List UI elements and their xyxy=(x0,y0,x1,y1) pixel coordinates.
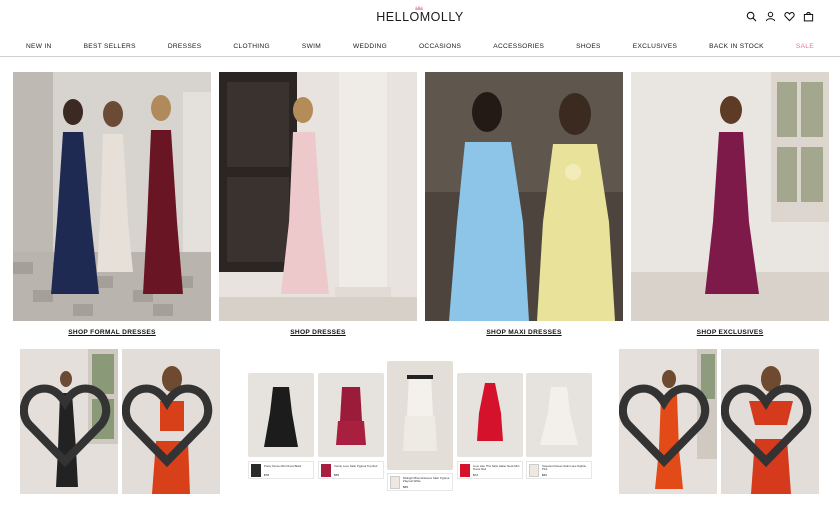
product-name[interactable]: Candy Love Satin Pyjama Top Red xyxy=(334,464,382,468)
bag-icon[interactable] xyxy=(803,11,814,22)
wishlist-icon[interactable] xyxy=(784,11,795,22)
product-image xyxy=(526,373,592,457)
product-price: $60 xyxy=(542,473,548,477)
product-meta: Sweetest Kisses Satin Lace Nightie Pink … xyxy=(526,461,592,479)
product-price: $55 xyxy=(334,473,340,477)
feature-image-black-dress[interactable] xyxy=(20,349,118,494)
nav-swim[interactable]: SWIM xyxy=(302,43,321,50)
feature-image-orange-gown[interactable] xyxy=(619,349,717,494)
product-thumbnail xyxy=(251,464,261,477)
hero-tile-exclusives[interactable] xyxy=(631,72,829,321)
product-name[interactable]: Pretty Fierce Mini Dress Black xyxy=(264,464,312,468)
product-price: $65 xyxy=(403,485,409,489)
product-price: $78 xyxy=(264,473,270,477)
product-meta: Love Like This Satin Halter Neck Mini Dr… xyxy=(457,461,523,479)
hero-tile-dresses[interactable] xyxy=(219,72,417,321)
product-thumbnail xyxy=(321,464,331,477)
nav-new-in[interactable]: NEW IN xyxy=(26,43,52,50)
wishlist-heart-icon[interactable] xyxy=(20,352,114,494)
nav-best-sellers[interactable]: BEST SELLERS xyxy=(84,43,136,50)
account-icon[interactable] xyxy=(765,11,776,22)
feature-image-red-set[interactable] xyxy=(122,349,220,494)
hero-tile-maxi[interactable] xyxy=(425,72,623,321)
nav-dresses[interactable]: DRESSES xyxy=(168,43,202,50)
product-card-1[interactable]: Pretty Fierce Mini Dress Black $78 xyxy=(248,373,314,480)
exclusives-photo xyxy=(631,72,829,321)
site-logo[interactable]: HELLOMOLLY xyxy=(0,10,840,24)
shop-exclusives-link[interactable]: SHOP EXCLUSIVES xyxy=(631,329,829,336)
product-image xyxy=(318,373,384,457)
nav-clothing[interactable]: CLOTHING xyxy=(233,43,269,50)
site-header: HELLOMOLLY xyxy=(0,0,840,36)
product-thumbnail xyxy=(390,476,400,489)
hero-tile-formal[interactable] xyxy=(13,72,211,321)
header-icons xyxy=(746,11,814,22)
product-name[interactable]: Love Like This Satin Halter Neck Mini Dr… xyxy=(473,464,521,472)
product-price: $72 xyxy=(473,473,479,477)
product-name[interactable]: Midnight Bloombstones Satin Pyjama Plays… xyxy=(403,476,451,484)
maxi-dresses-photo xyxy=(425,72,623,321)
product-meta: Midnight Bloombstones Satin Pyjama Plays… xyxy=(387,473,453,491)
product-meta: Candy Love Satin Pyjama Top Red $55 xyxy=(318,461,384,479)
dresses-photo xyxy=(219,72,417,321)
wishlist-heart-icon[interactable] xyxy=(122,352,216,494)
nav-occasions[interactable]: OCCASIONS xyxy=(419,43,461,50)
shop-formal-dresses-link[interactable]: SHOP FORMAL DRESSES xyxy=(13,329,211,336)
product-meta: Pretty Fierce Mini Dress Black $78 xyxy=(248,461,314,479)
search-icon[interactable] xyxy=(746,11,757,22)
product-image xyxy=(457,373,523,457)
product-card-4[interactable]: Love Like This Satin Halter Neck Mini Dr… xyxy=(457,373,523,480)
shop-maxi-dresses-link[interactable]: SHOP MAXI DRESSES xyxy=(425,329,623,336)
product-card-5[interactable]: Sweetest Kisses Satin Lace Nightie Pink … xyxy=(526,373,592,480)
nav-accessories[interactable]: ACCESSORIES xyxy=(493,43,544,50)
product-name[interactable]: Sweetest Kisses Satin Lace Nightie Pink xyxy=(542,464,590,472)
product-card-3[interactable]: Midnight Bloombstones Satin Pyjama Plays… xyxy=(387,361,453,492)
nav-shoes[interactable]: SHOES xyxy=(576,43,601,50)
product-thumbnail xyxy=(460,464,470,477)
main-nav: NEW IN BEST SELLERS DRESSES CLOTHING SWI… xyxy=(0,36,840,57)
feature-image-red-two-piece[interactable] xyxy=(721,349,819,494)
wishlist-heart-icon[interactable] xyxy=(721,352,815,494)
product-image xyxy=(248,373,314,457)
product-thumbnail xyxy=(529,464,539,477)
nav-wedding[interactable]: WEDDING xyxy=(353,43,387,50)
product-card-2[interactable]: Candy Love Satin Pyjama Top Red $55 xyxy=(318,373,384,480)
nav-exclusives[interactable]: EXCLUSIVES xyxy=(633,43,677,50)
shop-dresses-link[interactable]: SHOP DRESSES xyxy=(219,329,417,336)
nav-sale[interactable]: SALE xyxy=(796,43,814,50)
formal-dresses-photo xyxy=(13,72,211,321)
nav-back-in-stock[interactable]: BACK IN STOCK xyxy=(709,43,764,50)
wishlist-heart-icon[interactable] xyxy=(619,352,713,494)
product-image xyxy=(387,361,453,470)
